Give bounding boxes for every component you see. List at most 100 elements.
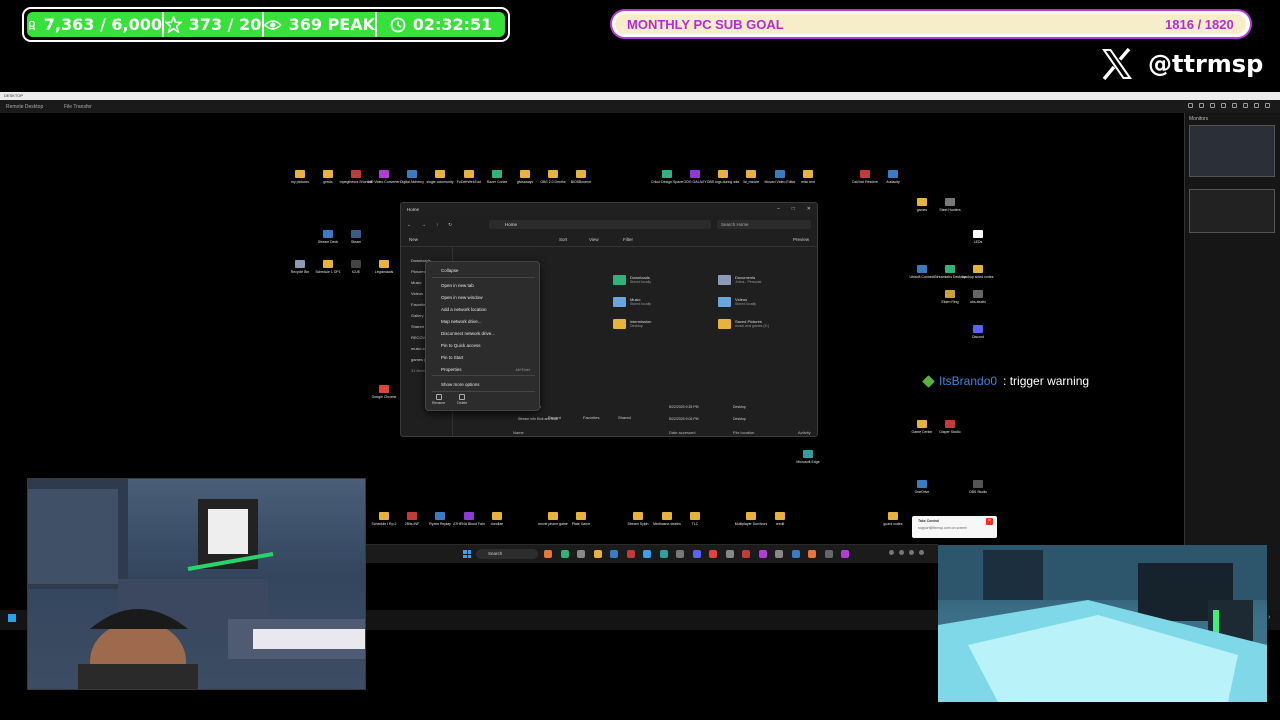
desktop-icon[interactable]: mpegtheora Shortcut xyxy=(340,170,372,184)
desktop-icon[interactable]: Medhasne deaths xyxy=(652,512,682,526)
record-icon[interactable] xyxy=(1254,103,1259,108)
desktop-icon[interactable]: 2Bits INF xyxy=(397,512,427,526)
column-header[interactable]: File location xyxy=(733,430,754,435)
desktop-icon[interactable]: single community xyxy=(425,170,455,184)
desktop-icon[interactable]: Digital Alchemy xyxy=(397,170,427,184)
taskbar-app-icon[interactable] xyxy=(824,550,833,558)
taskbar-app-icon[interactable] xyxy=(742,550,750,558)
desktop-icon[interactable]: Elden Ring xyxy=(935,290,965,304)
desktop-icon[interactable]: dundlan xyxy=(482,512,512,526)
keyboard-icon[interactable] xyxy=(1210,103,1215,108)
address-bar[interactable]: Home xyxy=(489,220,711,229)
tray-icon[interactable] xyxy=(899,550,904,555)
taskbar-app-icon[interactable] xyxy=(544,550,552,558)
desktop-icon[interactable]: my pictures xyxy=(285,170,315,184)
desktop-icon[interactable]: OBS Studio xyxy=(963,480,993,494)
quick-access-folder[interactable]: Documents Johns - Personal xyxy=(718,275,761,285)
column-header[interactable]: Name xyxy=(513,430,524,435)
column-header[interactable]: Activity xyxy=(798,430,811,435)
desktop-icon[interactable]: HD Video Converter xyxy=(368,170,400,184)
desktop-icon[interactable]: Schedule 1 DP1 xyxy=(313,260,343,274)
preview-button[interactable]: Preview xyxy=(793,237,809,242)
context-menu-item[interactable]: Show more options xyxy=(430,379,536,390)
more-icon[interactable] xyxy=(1265,103,1270,108)
desktop-icon[interactable]: Audacity xyxy=(878,170,908,184)
desktop-icon[interactable]: misc text xyxy=(793,170,823,184)
tray-icon[interactable] xyxy=(909,550,914,555)
tab-remote-desktop[interactable]: Remote Desktop xyxy=(6,104,43,110)
desktop-icon[interactable]: backup sided codes xyxy=(963,265,993,279)
desktop-icon[interactable]: Multiplayer Survivors xyxy=(735,512,767,526)
desktop-icon[interactable]: credit xyxy=(765,512,795,526)
desktop-icon[interactable]: Plate Game xyxy=(566,512,596,526)
screenshot-icon[interactable] xyxy=(1243,103,1248,108)
quick-access-folder[interactable]: intermission Desktop xyxy=(613,319,651,329)
taskbar-app-icon[interactable] xyxy=(676,550,684,558)
desktop-icon[interactable]: games xyxy=(907,198,937,212)
desktop-icon[interactable]: Diaper Studio xyxy=(935,420,965,434)
context-menu-item[interactable]: Open in new tab xyxy=(430,280,536,291)
desktop-icon[interactable]: OBS 2.0 Dexthe xyxy=(538,170,568,184)
desktop-icon[interactable]: FuDefrWebTool xyxy=(454,170,484,184)
desktop-icon[interactable]: Ryzen Replay xyxy=(425,512,455,526)
tab-favorites[interactable]: Favorites xyxy=(583,415,599,420)
tab-shared[interactable]: Shared xyxy=(618,415,631,420)
taskbar-app-icon[interactable] xyxy=(758,550,767,558)
context-menu-item[interactable]: Pin to Quick access xyxy=(430,340,536,351)
fullscreen-icon[interactable] xyxy=(1232,103,1237,108)
filter-button[interactable]: Filter xyxy=(623,237,633,242)
desktop-icon[interactable]: Recycle Bin xyxy=(285,260,315,274)
desktop-icon[interactable]: Ubisoft Connect xyxy=(907,265,937,279)
desktop-icon[interactable]: Microsoft Edge xyxy=(793,450,823,464)
quick-access-folder[interactable]: Downloads Stored locally xyxy=(613,275,651,285)
quick-access-folder[interactable]: Saved Pictures music and games (E:) xyxy=(718,319,769,329)
desktop-icon[interactable]: 3d_minute xyxy=(736,170,766,184)
desktop-icon[interactable]: Razer Cortex xyxy=(482,170,512,184)
taskbar-app-icon[interactable] xyxy=(643,550,651,558)
desktop-icon[interactable]: gravis xyxy=(313,170,343,184)
desktop-icon[interactable]: Cricut Design Space xyxy=(651,170,683,184)
desktop-icon[interactable]: obs-studio xyxy=(963,290,993,304)
settings-icon[interactable] xyxy=(1188,103,1193,108)
context-menu-item[interactable]: Collapse xyxy=(430,265,536,276)
context-menu-item[interactable]: Map network drive... xyxy=(430,316,536,327)
up-icon[interactable]: ↑ xyxy=(436,222,438,227)
new-button[interactable]: New xyxy=(409,237,418,242)
taskbar-app-icon[interactable] xyxy=(560,550,569,558)
explorer-title[interactable]: Home xyxy=(407,207,419,212)
explorer-search-input[interactable]: Search Home xyxy=(717,220,811,229)
desktop-icon[interactable]: Discord xyxy=(963,325,993,339)
column-header[interactable]: Date accessed xyxy=(669,430,695,435)
context-menu-item[interactable]: Disconnect network drive... xyxy=(430,328,536,339)
desktop-icon[interactable]: BIOSBoomer xyxy=(566,170,596,184)
minimize-icon[interactable]: – xyxy=(777,206,780,212)
monitor-2-thumbnail[interactable] xyxy=(1189,189,1275,233)
taskbar-app-icon[interactable] xyxy=(692,550,701,558)
desktop-icon[interactable]: giveaways xyxy=(510,170,540,184)
desktop-icon[interactable]: GOG GALAXY xyxy=(680,170,710,184)
start-icon[interactable] xyxy=(463,550,471,558)
rename-button[interactable]: Rename xyxy=(432,394,445,405)
refresh-icon[interactable]: ↻ xyxy=(448,222,452,228)
desktop-icon[interactable]: DaVinci Resolve xyxy=(850,170,880,184)
desktop-icon[interactable]: movie phone game xyxy=(538,512,568,526)
desktop-icon[interactable]: iCUE xyxy=(341,260,371,274)
desktop-icon[interactable]: Movavi Video Editor xyxy=(764,170,796,184)
quick-access-folder[interactable]: Videos Stored locally xyxy=(718,297,756,307)
taskbar-app-icon[interactable] xyxy=(626,550,635,558)
chat-icon[interactable] xyxy=(1221,103,1226,108)
taskbar-app-icon[interactable] xyxy=(659,550,668,558)
desktop-icon[interactable]: Game Center xyxy=(907,420,937,434)
view-button[interactable]: View xyxy=(589,237,599,242)
forward-icon[interactable]: → xyxy=(422,222,427,227)
taskbar-app-icon[interactable] xyxy=(725,550,734,558)
desktop-icon[interactable]: TLC xyxy=(680,512,710,526)
desktop-icon[interactable]: Google Chrome xyxy=(369,385,399,399)
taskbar-app-icon[interactable] xyxy=(775,550,783,558)
taskbar-app-icon[interactable] xyxy=(610,550,618,558)
tray-icon[interactable] xyxy=(889,550,894,555)
desktop-icon[interactable]: OBS logs during wks xyxy=(707,170,739,184)
desktop-icon[interactable]: Schedule I Rp 2 xyxy=(369,512,399,526)
desktop-icon[interactable]: guard codes xyxy=(878,512,908,526)
taskbar-app-icon[interactable] xyxy=(593,550,602,558)
